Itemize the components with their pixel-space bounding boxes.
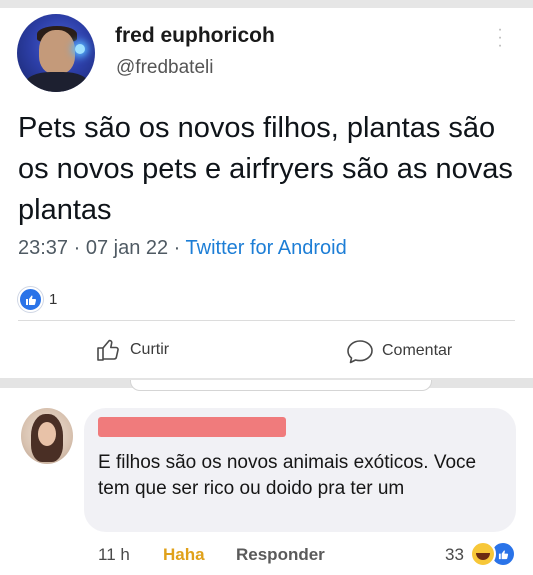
like-reaction-icon	[18, 287, 43, 312]
tweet-timestamp: 23:37 · 07 jan 22 ·	[18, 237, 186, 259]
reply-button[interactable]: Responder	[236, 545, 325, 565]
reaction-summary[interactable]: 1	[18, 287, 57, 312]
reaction-count: 1	[49, 291, 58, 308]
comment-label: Comentar	[382, 342, 453, 359]
comment-reactions[interactable]	[470, 541, 516, 567]
comment-reaction-count[interactable]: 33	[445, 545, 464, 565]
avatar-shirt	[25, 72, 89, 92]
speech-bubble-icon	[347, 340, 373, 364]
avatar-light	[75, 44, 85, 54]
tweet-author-avatar[interactable]	[17, 14, 95, 92]
tweet-meta: 23:37 · 07 jan 22 · Twitter for Android	[18, 237, 347, 260]
ghost-input-edge	[130, 380, 432, 391]
tweet-client-link[interactable]: Twitter for Android	[186, 237, 347, 259]
haha-reaction-button[interactable]: Haha	[163, 545, 205, 565]
tweet-text: Pets são os novos filhos, plantas são os…	[18, 112, 513, 226]
haha-emoji-icon	[470, 541, 496, 567]
thumbs-up-icon	[97, 339, 119, 361]
actions-divider	[18, 320, 515, 321]
comment-text: E filhos são os novos animais exóticos. …	[98, 452, 477, 499]
comment-timestamp[interactable]: 11 h	[98, 545, 130, 565]
tweet-author-name[interactable]: fred euphoricoh	[115, 24, 275, 48]
more-vertical-icon[interactable]: · · ·	[494, 22, 506, 54]
redacted-commenter-name	[98, 417, 286, 437]
commenter-avatar[interactable]	[21, 408, 73, 464]
like-label: Curtir	[130, 341, 170, 358]
like-button[interactable]: Curtir	[96, 338, 169, 362]
avatar-face	[38, 422, 56, 446]
comment-button[interactable]: Comentar	[346, 338, 452, 364]
tweet-author-handle[interactable]: @fredbateli	[116, 57, 213, 79]
avatar-face	[39, 30, 75, 74]
top-divider	[0, 0, 533, 8]
